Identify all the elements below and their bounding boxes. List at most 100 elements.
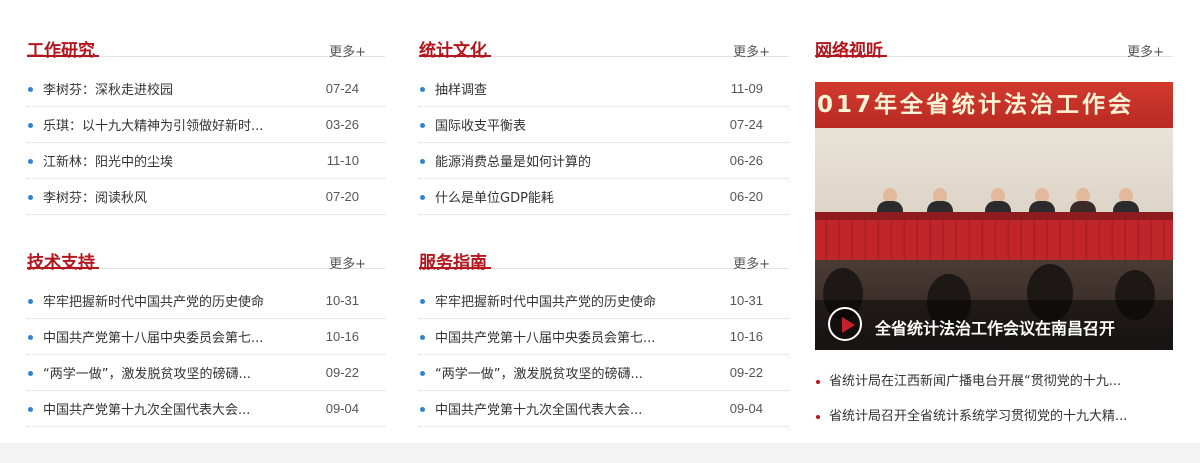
list-item[interactable]: 中国共产党第十九次全国代表大会... 09-04 (419, 391, 789, 427)
list-item[interactable]: 中国共产党第十八届中央委员会第七... 10-16 (419, 319, 789, 355)
more-link[interactable]: 更多+ (733, 44, 770, 62)
article-list: 牢牢把握新时代中国共产党的历史使命 10-31 中国共产党第十八届中央委员会第七… (419, 283, 789, 427)
title-underline (815, 55, 887, 57)
item-date: 07-24 (325, 81, 359, 96)
item-title[interactable]: 中国共产党第十八届中央委员会第七... (43, 327, 263, 346)
more-link[interactable]: 更多+ (329, 44, 366, 62)
list-item[interactable]: 什么是单位GDP能耗 06-20 (419, 179, 789, 215)
bullet-dot (28, 299, 33, 304)
more-link[interactable]: 更多+ (733, 256, 770, 274)
item-title[interactable]: 能源消费总量是如何计算的 (435, 151, 591, 170)
bullet-dot (28, 371, 33, 376)
footer-band (0, 443, 1200, 463)
list-item[interactable]: 牢牢把握新时代中国共产党的历史使命 10-31 (419, 283, 789, 319)
video-banner-text: 017年全省统计法治工作会 (815, 82, 1173, 128)
title-underline (419, 267, 491, 269)
bullet-dot (420, 335, 425, 340)
item-title[interactable]: “两学一做”，激发脱贫攻坚的磅礴... (435, 363, 643, 382)
panel-statistics-culture: 统计文化 更多+ 抽样调查 11-09 国际收支平衡表 07-24 能源消费总量… (419, 17, 789, 215)
title-underline (419, 55, 491, 57)
item-title[interactable]: 牢牢把握新时代中国共产党的历史使命 (43, 291, 264, 310)
item-date: 06-20 (729, 189, 763, 204)
bullet-dot (816, 380, 820, 384)
bullet-dot (28, 335, 33, 340)
panel-header: 服务指南 更多+ (419, 229, 789, 273)
list-item[interactable]: 省统计局在江西新闻广播电台开展“贯彻党的十九... (815, 364, 1173, 399)
title-underline (27, 55, 99, 57)
item-title[interactable]: 省统计局召开全省统计系统学习贯彻党的十九大精... (829, 399, 1127, 434)
list-item[interactable]: 乐琪：以十九大精神为引领做好新时... 03-26 (27, 107, 385, 143)
list-item[interactable]: 李树芬：深秋走进校园 07-24 (27, 71, 385, 107)
list-item[interactable]: 中国共产党第十八届中央委员会第七... 10-16 (27, 319, 385, 355)
bullet-dot (420, 87, 425, 92)
panel-tech-support: 技术支持 更多+ 牢牢把握新时代中国共产党的历史使命 10-31 中国共产党第十… (27, 229, 385, 427)
bullet-dot (816, 415, 820, 419)
item-date: 07-24 (729, 117, 763, 132)
panel-online-media: 网络视听 更多+ (815, 17, 1173, 61)
item-date: 10-31 (729, 293, 763, 308)
video-caption[interactable]: 全省统计法治工作会议在南昌召开 (875, 315, 1115, 339)
article-list: 牢牢把握新时代中国共产党的历史使命 10-31 中国共产党第十八届中央委员会第七… (27, 283, 385, 427)
item-title[interactable]: 江新林：阳光中的尘埃 (43, 151, 173, 170)
bullet-dot (420, 195, 425, 200)
list-item[interactable]: 国际收支平衡表 07-24 (419, 107, 789, 143)
item-title[interactable]: “两学一做”，激发脱贫攻坚的磅礴... (43, 363, 251, 382)
item-date: 03-26 (325, 117, 359, 132)
list-item[interactable]: 抽样调查 11-09 (419, 71, 789, 107)
bullet-dot (420, 371, 425, 376)
list-item[interactable]: 李树芬：阅读秋风 07-20 (27, 179, 385, 215)
video-thumbnail[interactable]: 017年全省统计法治工作会 全省统计法治工作会议在南昌召开 (815, 82, 1173, 350)
bullet-dot (420, 123, 425, 128)
item-date: 11-09 (730, 81, 763, 96)
page: 工作研究 更多+ 李树芬：深秋走进校园 07-24 乐琪：以十九大精神为引领做好… (0, 0, 1200, 463)
item-title[interactable]: 牢牢把握新时代中国共产党的历史使命 (435, 291, 656, 310)
list-item[interactable]: 中国共产党第十九次全国代表大会... 09-04 (27, 391, 385, 427)
bullet-dot (28, 87, 33, 92)
item-title[interactable]: 国际收支平衡表 (435, 115, 526, 134)
item-title[interactable]: 中国共产党第十九次全国代表大会... (43, 399, 250, 418)
panel-service-guide: 服务指南 更多+ 牢牢把握新时代中国共产党的历史使命 10-31 中国共产党第十… (419, 229, 789, 427)
list-item[interactable]: “两学一做”，激发脱贫攻坚的磅礴... 09-22 (419, 355, 789, 391)
panel-title: 统计文化 (419, 41, 487, 61)
panel-work-research: 工作研究 更多+ 李树芬：深秋走进校园 07-24 乐琪：以十九大精神为引领做好… (27, 17, 385, 215)
item-title[interactable]: 抽样调查 (435, 79, 487, 98)
item-title[interactable]: 李树芬：阅读秋风 (43, 187, 147, 206)
more-link[interactable]: 更多+ (1127, 44, 1164, 62)
bullet-dot (420, 159, 425, 164)
panel-title: 服务指南 (419, 253, 487, 273)
bullet-dot (28, 159, 33, 164)
item-title[interactable]: 什么是单位GDP能耗 (435, 187, 554, 206)
item-title[interactable]: 省统计局在江西新闻广播电台开展“贯彻党的十九... (829, 364, 1121, 399)
bullet-dot (420, 407, 425, 412)
list-item[interactable]: 能源消费总量是如何计算的 06-26 (419, 143, 789, 179)
item-date: 09-04 (325, 401, 359, 416)
item-title[interactable]: 中国共产党第十八届中央委员会第七... (435, 327, 655, 346)
title-underline (27, 267, 99, 269)
item-title[interactable]: 乐琪：以十九大精神为引领做好新时... (43, 115, 263, 134)
more-link[interactable]: 更多+ (329, 256, 366, 274)
bullet-dot (420, 299, 425, 304)
item-date: 11-10 (326, 153, 359, 168)
panel-header: 统计文化 更多+ (419, 17, 789, 61)
list-item[interactable]: 牢牢把握新时代中国共产党的历史使命 10-31 (27, 283, 385, 319)
item-date: 07-20 (325, 189, 359, 204)
list-item[interactable]: “两学一做”，激发脱贫攻坚的磅礴... 09-22 (27, 355, 385, 391)
panel-header: 网络视听 更多+ (815, 17, 1173, 61)
item-date: 10-31 (325, 293, 359, 308)
item-date: 10-16 (325, 329, 359, 344)
panel-title: 网络视听 (815, 41, 883, 61)
item-date: 09-22 (729, 365, 763, 380)
item-date: 10-16 (729, 329, 763, 344)
bullet-dot (28, 195, 33, 200)
item-date: 09-22 (325, 365, 359, 380)
panel-title: 技术支持 (27, 253, 95, 273)
list-item[interactable]: 省统计局召开全省统计系统学习贯彻党的十九大精... (815, 399, 1173, 434)
list-item[interactable]: 江新林：阳光中的尘埃 11-10 (27, 143, 385, 179)
video-news-list: 省统计局在江西新闻广播电台开展“贯彻党的十九... 省统计局召开全省统计系统学习… (815, 364, 1173, 434)
item-date: 09-04 (729, 401, 763, 416)
item-title[interactable]: 李树芬：深秋走进校园 (43, 79, 173, 98)
play-icon[interactable] (828, 307, 862, 341)
item-title[interactable]: 中国共产党第十九次全国代表大会... (435, 399, 642, 418)
item-date: 06-26 (729, 153, 763, 168)
article-list: 李树芬：深秋走进校园 07-24 乐琪：以十九大精神为引领做好新时... 03-… (27, 71, 385, 215)
